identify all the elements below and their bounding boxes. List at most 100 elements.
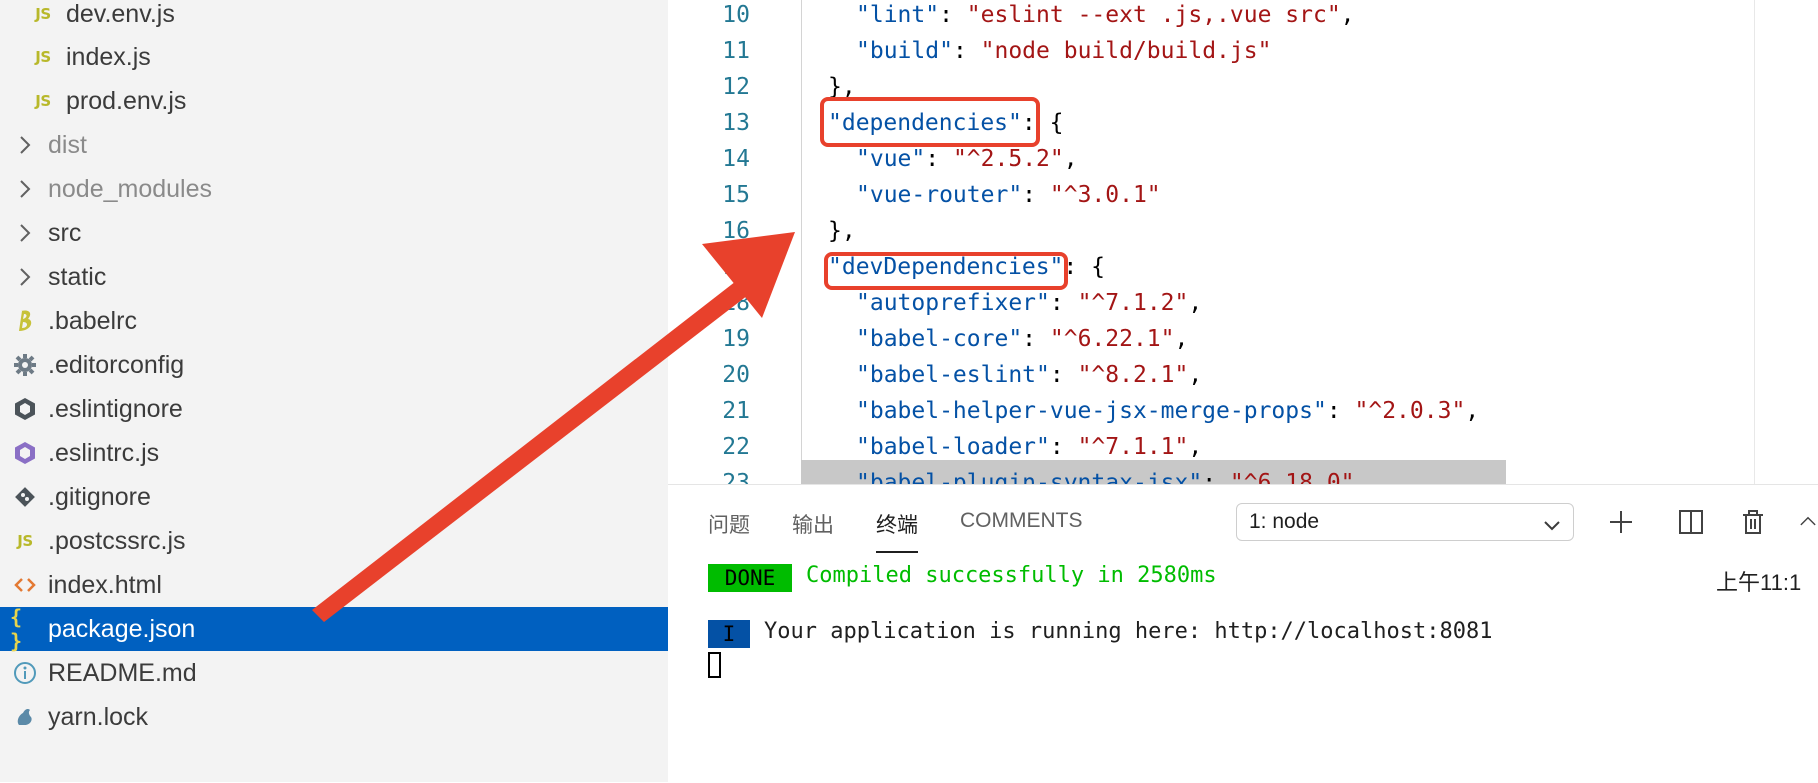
chevron-down-icon (1543, 514, 1561, 538)
line-number: 13 (722, 110, 750, 136)
chevron-right-icon (10, 262, 40, 292)
add-terminal-icon[interactable] (1604, 505, 1638, 539)
line-number: 21 (722, 398, 750, 424)
gear-icon (10, 350, 40, 380)
folder-label: static (48, 262, 107, 291)
git-icon (10, 482, 40, 512)
code-line-15: "vue-router": "^3.0.1" (856, 182, 1161, 208)
terminal-select[interactable]: 1: node (1236, 503, 1574, 541)
file-label: index.html (48, 570, 162, 599)
file-label: .eslintrc.js (48, 438, 160, 467)
code-line-20: "babel-eslint": "^8.2.1", (856, 362, 1203, 388)
info-icon (10, 658, 40, 688)
line-number: 11 (722, 38, 750, 64)
js-icon: JS (35, 92, 51, 110)
file-label: .eslintignore (48, 394, 183, 423)
file-item-postcssrc-js[interactable]: JS .postcssrc.js (0, 519, 668, 563)
file-label: .babelrc (48, 306, 137, 335)
file-item-prod-env-js[interactable]: JS prod.env.js (0, 79, 668, 123)
split-terminal-icon[interactable] (1674, 505, 1708, 539)
file-item-eslintrc-js[interactable]: .eslintrc.js (0, 431, 668, 475)
file-label: .editorconfig (48, 350, 185, 379)
code-editor[interactable]: 10 11 12 13 14 15 16 17 18 19 20 21 22 2… (668, 0, 1818, 484)
file-item-babelrc[interactable]: .babelrc (0, 299, 668, 343)
file-label: yarn.lock (48, 702, 149, 731)
code-line-18: "autoprefixer": "^7.1.2", (856, 290, 1203, 316)
json-icon: { } (10, 605, 23, 653)
line-number: 15 (722, 182, 750, 208)
chevron-right-icon (10, 218, 40, 248)
code-line-11: "build": "node build/build.js" (856, 38, 1272, 64)
compiled-message: Compiled successfully in 2580ms (806, 563, 1217, 588)
file-item-readme-md[interactable]: README.md (0, 651, 668, 695)
file-item-index-js[interactable]: JS index.js (0, 35, 668, 79)
tab-terminal[interactable]: 终端 (876, 509, 918, 553)
line-number: 14 (722, 146, 750, 172)
folder-label: node_modules (48, 174, 213, 203)
eslint-icon (10, 394, 40, 424)
trash-icon[interactable] (1736, 505, 1770, 539)
code-line-10: "lint": "eslint --ext .js,.vue src", (856, 2, 1355, 28)
line-number: 16 (722, 218, 750, 244)
code-line-23: "babel-plugin-syntax-jsx": "^6.18.0" (856, 470, 1355, 484)
terminal-select-value: 1: node (1249, 510, 1320, 533)
line-number: 18 (722, 290, 750, 316)
js-icon: JS (35, 5, 51, 23)
line-number: 19 (722, 326, 750, 352)
chevron-right-icon (10, 130, 40, 160)
file-label: dev.env.js (66, 0, 175, 28)
file-label: .gitignore (48, 482, 151, 511)
file-label: index.js (66, 42, 151, 71)
file-item-index-html[interactable]: index.html (0, 563, 668, 607)
file-item-gitignore[interactable]: .gitignore (0, 475, 668, 519)
explorer-sidebar: JS dev.env.js JS index.js JS prod.env.js… (0, 0, 668, 782)
code-line-22: "babel-loader": "^7.1.1", (856, 434, 1203, 460)
done-badge: DONE (708, 564, 792, 592)
folder-label: src (48, 218, 82, 247)
minimap-border (1754, 0, 1755, 484)
line-number: 20 (722, 362, 750, 388)
folder-item-dist[interactable]: dist (0, 123, 668, 167)
file-label: README.md (48, 658, 197, 687)
js-icon: JS (35, 48, 51, 66)
line-number: 12 (722, 74, 750, 100)
file-label: package.json (48, 614, 196, 643)
chevron-right-icon (10, 174, 40, 204)
code-line-21: "babel-helper-vue-jsx-merge-props": "^2.… (856, 398, 1480, 424)
file-item-dev-env-js[interactable]: JS dev.env.js (0, 0, 668, 36)
chevron-up-icon[interactable] (1798, 505, 1818, 539)
annotation-box-devdependencies (824, 252, 1068, 290)
line-number: 10 (722, 2, 750, 28)
code-line-14: "vue": "^2.5.2", (856, 146, 1078, 172)
code-line-19: "babel-core": "^6.22.1", (856, 326, 1189, 352)
file-label: .postcssrc.js (48, 526, 186, 555)
folder-item-src[interactable]: src (0, 211, 668, 255)
tab-comments[interactable]: COMMENTS (960, 509, 1083, 549)
file-item-yarn-lock[interactable]: yarn.lock (0, 695, 668, 739)
running-message: Your application is running here: http:/… (764, 619, 1493, 644)
line-number: 22 (722, 434, 750, 460)
babel-icon (10, 306, 40, 336)
line-number: 17 (722, 254, 750, 280)
terminal-timestamp: 上午11:1 (1716, 570, 1802, 595)
line-number-gutter: 10 11 12 13 14 15 16 17 18 19 20 21 22 2… (668, 0, 768, 484)
folder-item-node-modules[interactable]: node_modules (0, 167, 668, 211)
bottom-panel: 问题 输出 终端 COMMENTS 1: node DONE Compiled … (668, 484, 1818, 783)
indent-guide (801, 0, 802, 484)
tab-output[interactable]: 输出 (792, 509, 834, 549)
tab-problems[interactable]: 问题 (708, 509, 750, 549)
folder-item-static[interactable]: static (0, 255, 668, 299)
annotation-box-dependencies (820, 97, 1040, 147)
file-item-eslintignore[interactable]: .eslintignore (0, 387, 668, 431)
yarn-icon (10, 702, 40, 732)
line-number: 23 (722, 470, 750, 484)
file-item-editorconfig[interactable]: .editorconfig (0, 343, 668, 387)
file-item-package-json[interactable]: { } package.json (0, 605, 668, 653)
eslint-purple-icon (10, 438, 40, 468)
js-icon: JS (17, 532, 33, 550)
terminal-cursor (708, 652, 721, 678)
folder-label: dist (48, 130, 87, 159)
file-label: prod.env.js (66, 86, 187, 115)
html-icon (10, 570, 40, 600)
code-line-16: }, (828, 218, 856, 244)
